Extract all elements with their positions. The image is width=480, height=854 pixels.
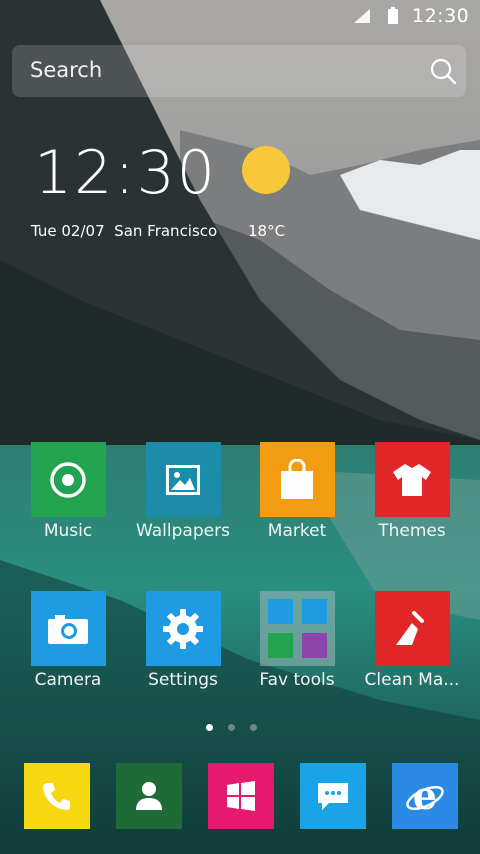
battery-icon — [388, 7, 398, 24]
windows-icon — [227, 781, 255, 811]
sun-icon — [242, 146, 290, 194]
clock-icon — [301, 599, 327, 624]
app-camera[interactable]: Camera — [11, 591, 125, 690]
app-label: Market — [267, 521, 327, 541]
date-text: Tue 02/07 — [31, 222, 105, 240]
calendar-icon — [301, 633, 327, 658]
app-label: Clean Ma... — [364, 670, 460, 690]
phone-icon — [43, 783, 70, 810]
city-text: San Francisco — [114, 222, 218, 240]
wallpaper — [0, 0, 480, 854]
app-label: Camera — [34, 670, 102, 690]
app-music[interactable]: Music — [11, 442, 125, 541]
internet-explorer-icon: e — [406, 776, 444, 816]
page-dot — [228, 724, 235, 731]
app-label: Fav tools — [259, 670, 335, 690]
search-placeholder: Search — [30, 58, 103, 82]
app-label: Themes — [378, 521, 446, 541]
notes-icon — [267, 633, 293, 658]
app-label: Music — [43, 521, 93, 541]
app-market[interactable]: Market — [240, 442, 354, 541]
dock-store[interactable] — [208, 763, 274, 829]
dock-messages[interactable] — [300, 763, 366, 829]
status-time: 12:30 — [412, 5, 470, 27]
camera-icon[interactable] — [30, 591, 106, 666]
page-dot — [250, 724, 257, 731]
page-dot-active — [206, 724, 213, 731]
status-bar: 12:30 — [0, 0, 480, 34]
app-label: Wallpapers — [136, 521, 230, 541]
folder-icon[interactable] — [259, 591, 335, 666]
music-icon[interactable] — [30, 442, 106, 517]
tshirt-icon[interactable] — [374, 442, 450, 517]
app-fav-tools[interactable]: Fav tools — [240, 591, 354, 690]
search-bar[interactable]: Search — [12, 45, 466, 97]
calculator-icon — [267, 599, 293, 624]
signal-icon — [354, 9, 370, 23]
app-settings[interactable]: Settings — [126, 591, 240, 690]
person-icon — [136, 782, 162, 810]
svg-text:e: e — [413, 776, 437, 816]
chat-icon — [318, 783, 348, 810]
app-wallpapers[interactable]: Wallpapers — [126, 442, 240, 541]
shopping-bag-icon[interactable] — [259, 442, 335, 517]
search-icon[interactable] — [429, 57, 457, 85]
temperature-text: 18°C — [248, 222, 286, 240]
dock-contacts[interactable] — [116, 763, 182, 829]
gear-icon[interactable] — [145, 591, 221, 666]
app-themes[interactable]: Themes — [355, 442, 469, 541]
clock-time[interactable]: 12:30 — [34, 138, 217, 208]
broom-icon[interactable] — [374, 591, 450, 666]
app-label: Settings — [148, 670, 218, 690]
dock-phone[interactable] — [24, 763, 90, 829]
image-icon[interactable] — [145, 442, 221, 517]
dock-browser[interactable]: e — [392, 763, 458, 829]
app-clean-master[interactable]: Clean Ma... — [355, 591, 469, 690]
date-location: Tue 02/07 San Francisco — [31, 222, 217, 240]
